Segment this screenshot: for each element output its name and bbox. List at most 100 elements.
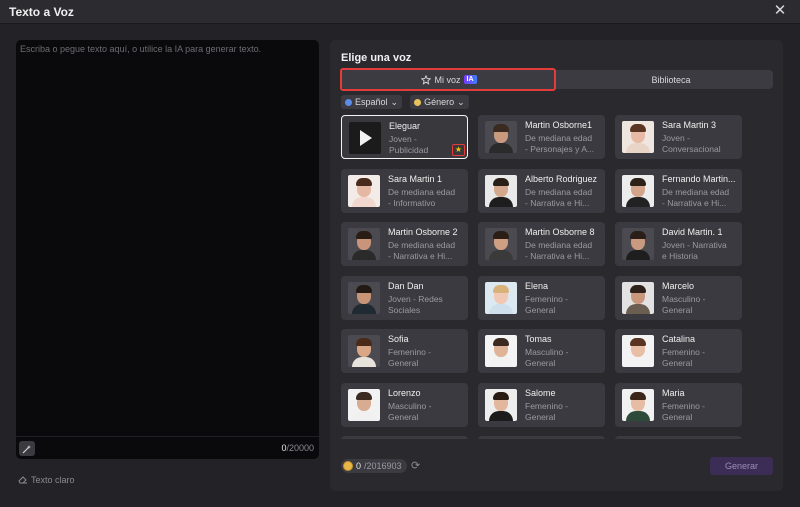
language-dropdown[interactable]: Español ⌄ [341,95,403,109]
voice-card[interactable]: Sofia Femenino - General [341,329,468,373]
voice-description-line: Femenino - [388,347,431,357]
voice-description-line: - Informativo [388,197,436,208]
avatar [622,121,654,153]
voice-description-line: General [662,411,693,422]
voice-description-line: General [525,358,556,368]
credits-total: /2016903 [364,461,402,471]
voice-description-line: - Personajes y A... [525,144,594,154]
voice-name: Dan Dan [388,280,424,291]
voice-card[interactable]: Catalina Femenino - General [615,329,742,373]
voice-name: Sara Martin 3 [662,120,717,130]
tab-my-voice[interactable]: Mi voz IA [340,68,557,91]
window-title: Texto a Voz [9,5,74,19]
voice-description: De mediana edad - Narrativa e Hi... [662,187,738,209]
voice-card[interactable] [615,436,742,439]
avatar [485,174,517,207]
voice-card[interactable]: Elena Femenino - General [478,275,605,320]
voice-card[interactable]: Sara Martin 3 Joven - Conversacional [615,115,742,159]
voice-card[interactable] [341,436,468,439]
generate-button[interactable]: Generar [710,457,773,475]
voice-description-line: General [388,358,419,368]
voice-description-line: Sociales [388,304,421,315]
voice-card[interactable]: Martin Osborne 8 De mediana edad - Narrati… [478,222,605,266]
voice-description-line: Masculino - [525,347,569,357]
avatar [348,228,380,260]
voice-name: Salome [525,387,556,398]
clear-text-button[interactable]: Texto claro [17,474,75,485]
globe-icon [345,98,352,106]
voice-card[interactable]: Marcelo Masculino - General [615,275,742,320]
voice-card[interactable] [478,436,605,439]
voice-card[interactable]: Martin Osborne1 De mediana edad - Personaj… [478,115,605,159]
voice-description: Masculino - General [662,294,738,316]
avatar [348,281,380,314]
voice-card[interactable]: Eleguar Joven - Publicidad ★ [341,115,468,159]
avatar [622,174,654,207]
voice-name: Eleguar [389,121,421,131]
voice-description-line: Joven - [662,133,690,143]
voice-card[interactable]: David Martin. 1 Joven - Narrativa e Histor… [615,222,742,266]
voice-description-line: General [388,411,419,422]
credits-badge: 0/2016903 [341,459,407,473]
close-icon[interactable]: ✕ [772,3,788,19]
chevron-down-icon: ⌄ [390,96,399,107]
voice-name: Elena [525,280,549,291]
avatar [485,335,517,367]
play-icon[interactable] [360,130,372,146]
avatar [349,122,381,154]
gender-dropdown[interactable]: Género ⌄ [410,95,469,109]
editor-placeholder: Escriba o pegue texto aquí, o utilice la… [20,44,262,54]
voice-description: De mediana edad - Narrativa e Hi... [525,240,601,262]
voice-description-line: De mediana edad [662,186,730,197]
avatar [485,228,517,260]
voice-description-line: Masculino - [388,400,432,411]
clear-text-label: Texto claro [31,474,75,485]
voice-description-line: Joven - Redes [388,293,443,304]
text-editor[interactable]: Escriba o pegue texto aquí, o utilice la… [16,40,319,459]
voice-description: De mediana edad - Informativo [388,187,464,209]
magic-wand-icon[interactable] [19,441,35,456]
voice-name: David Martin. 1 [662,227,723,237]
voice-description-line: Conversacional [662,144,721,154]
avatar [622,281,654,314]
voice-description: Femenino - General [525,294,601,316]
avatar [348,174,380,207]
tab-library[interactable]: Biblioteca [569,70,773,89]
credits-current: 0 [356,461,362,471]
character-counter: 0/20000 [281,443,314,453]
avatar [622,228,654,260]
voice-description-line: Joven - Narrativa [662,240,727,250]
voice-description-line: Femenino - [662,347,705,357]
voice-card[interactable]: Salome Femenino - General [478,382,605,427]
voice-card[interactable]: Martin Osborne 2 De mediana edad - Narrati… [341,222,468,266]
voice-name: Sofia [388,334,409,344]
language-label: Español [355,97,388,107]
voice-card[interactable]: Maria Femenino - General [615,382,742,427]
voice-description-line: De mediana edad [525,186,593,197]
voice-description-line: - Narrativa e Hi... [662,197,727,208]
chevron-down-icon: ⌄ [457,96,465,107]
voice-description: Masculino - General [525,347,601,369]
voice-card[interactable]: Sara Martin 1 De mediana edad - Informativ… [341,168,468,213]
voice-description-line: De mediana edad [388,240,456,250]
refresh-icon[interactable]: ⟳ [411,459,420,472]
voice-description-line: - Narrativa e Hi... [525,251,590,261]
voice-filters: Español ⌄ Género ⌄ [341,95,469,109]
voice-description: Femenino - General [662,347,738,369]
voice-card[interactable]: Lorenzo Masculino - General [341,382,468,427]
voice-name: Martin Osborne 2 [388,227,458,237]
voice-card[interactable]: Fernando Martin... De mediana edad - Narra… [615,168,742,213]
voice-name: Fernando Martin... [662,173,736,184]
favorite-star-icon[interactable]: ★ [452,144,465,156]
voice-card[interactable]: Tomas Masculino - General [478,329,605,373]
voice-name: Sara Martin 1 [388,173,443,184]
coin-icon [343,461,353,471]
editor-footer: 0/20000 [16,436,319,459]
avatar [622,335,654,367]
voice-card[interactable]: Dan Dan Joven - Redes Sociales [341,275,468,320]
voice-description: Joven - Redes Sociales [388,294,464,316]
voice-description: Joven - Narrativa e Historia [662,240,738,262]
voice-name: Tomas [525,334,552,344]
voice-card[interactable]: Alberto Rodriguez De mediana edad - Narrat… [478,168,605,213]
eraser-icon [18,476,27,484]
